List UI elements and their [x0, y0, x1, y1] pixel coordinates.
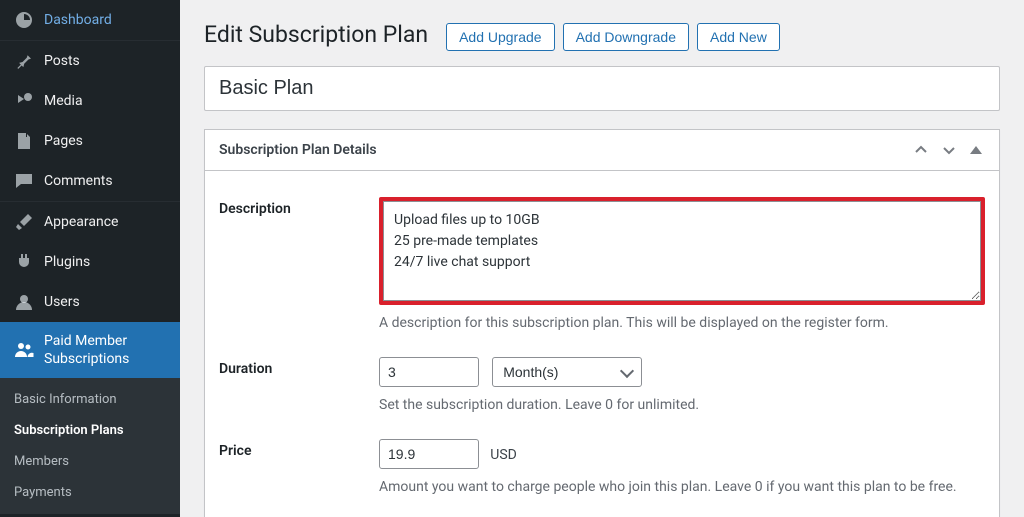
menu-comments[interactable]: Comments — [0, 161, 180, 201]
submenu-payments[interactable]: Payments — [0, 477, 180, 508]
menu-label: Comments — [44, 172, 113, 190]
submenu-basic-info[interactable]: Basic Information — [0, 384, 180, 415]
price-input[interactable] — [379, 439, 479, 469]
members-icon — [14, 340, 34, 360]
comment-icon — [14, 171, 34, 191]
submenu-members[interactable]: Members — [0, 446, 180, 477]
move-up-button[interactable] — [911, 140, 931, 160]
pin-icon — [14, 51, 34, 71]
submenu: Basic Information Subscription Plans Mem… — [0, 378, 180, 514]
menu-pages[interactable]: Pages — [0, 121, 180, 161]
duration-input[interactable] — [379, 357, 479, 387]
menu-label: Dashboard — [44, 11, 112, 29]
menu-label: Media — [44, 92, 83, 110]
duration-unit-select[interactable]: Month(s) — [492, 357, 642, 387]
menu-label: Posts — [44, 52, 80, 70]
description-textarea[interactable] — [383, 201, 981, 301]
menu-dashboard[interactable]: Dashboard — [0, 0, 180, 40]
user-icon — [14, 292, 34, 312]
postbox-title: Subscription Plan Details — [219, 142, 911, 158]
menu-media[interactable]: Media — [0, 81, 180, 121]
move-down-button[interactable] — [939, 140, 959, 160]
menu-plugins[interactable]: Plugins — [0, 242, 180, 282]
admin-sidebar: Dashboard Posts Media Pages Comments — [0, 0, 180, 517]
menu-label: Users — [44, 293, 80, 311]
media-icon — [14, 91, 34, 111]
brush-icon — [14, 212, 34, 232]
page-icon — [14, 131, 34, 151]
price-label: Price — [219, 439, 379, 459]
menu-paid-member-subscriptions[interactable]: Paid Member Subscriptions — [0, 322, 180, 378]
menu-label: Paid Member Subscriptions — [44, 332, 166, 368]
description-highlight — [379, 197, 985, 305]
menu-appearance[interactable]: Appearance — [0, 202, 180, 242]
duration-label: Duration — [219, 357, 379, 377]
price-help: Amount you want to charge people who joi… — [379, 479, 985, 495]
submenu-subscription-plans[interactable]: Subscription Plans — [0, 415, 180, 446]
duration-help: Set the subscription duration. Leave 0 f… — [379, 397, 985, 413]
plan-title-input[interactable] — [204, 66, 1000, 111]
description-help: A description for this subscription plan… — [379, 315, 985, 331]
currency-label: USD — [490, 447, 517, 463]
menu-label: Pages — [44, 132, 83, 150]
menu-users[interactable]: Users — [0, 282, 180, 322]
menu-posts[interactable]: Posts — [0, 41, 180, 81]
add-downgrade-button[interactable]: Add Downgrade — [563, 23, 689, 51]
menu-label: Plugins — [44, 253, 90, 271]
add-upgrade-button[interactable]: Add Upgrade — [446, 23, 555, 51]
toggle-panel-button[interactable] — [967, 141, 985, 159]
add-new-button[interactable]: Add New — [697, 23, 780, 51]
subscription-plan-details-box: Subscription Plan Details Description — [204, 129, 1000, 517]
dashboard-icon — [14, 10, 34, 30]
main-content: Edit Subscription Plan Add Upgrade Add D… — [180, 0, 1024, 517]
plug-icon — [14, 252, 34, 272]
menu-label: Appearance — [44, 213, 118, 231]
description-label: Description — [219, 197, 379, 217]
page-title: Edit Subscription Plan — [204, 20, 428, 54]
